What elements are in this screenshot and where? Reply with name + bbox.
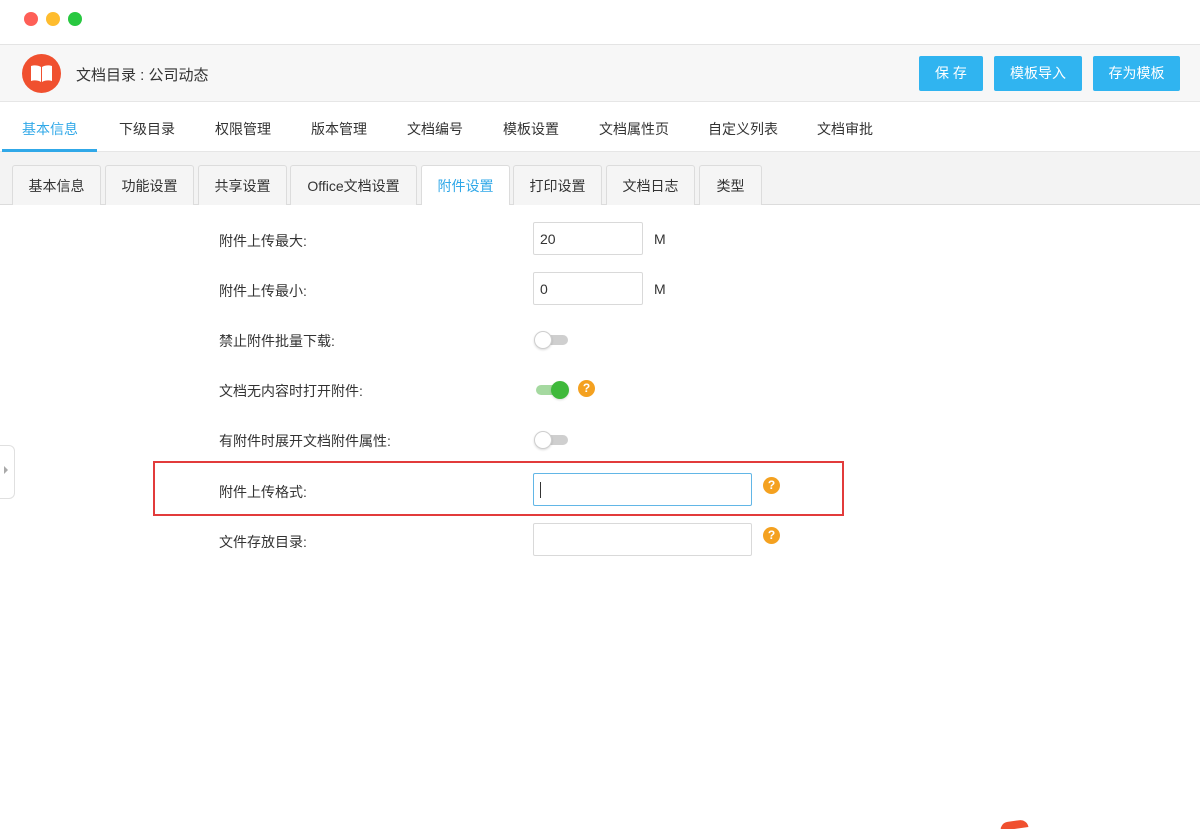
max-upload-input[interactable] [533, 222, 643, 255]
storage-dir-label: 文件存放目录: [219, 534, 307, 550]
sub-tab-attachment-settings[interactable]: 附件设置 [421, 165, 510, 206]
sub-tab-type[interactable]: 类型 [699, 165, 762, 205]
storage-dir-input[interactable] [533, 523, 752, 556]
expand-attachment-props-label: 有附件时展开文档附件属性: [219, 433, 391, 449]
open-attachment-if-empty-toggle[interactable] [534, 381, 569, 399]
window-titlebar [0, 0, 1200, 45]
page-header: 文档目录 : 公司动态 保 存 模板导入 存为模板 [0, 45, 1200, 102]
sub-tab-office-settings[interactable]: Office文档设置 [290, 165, 417, 205]
main-tab-template-settings[interactable]: 模板设置 [503, 119, 559, 139]
save-as-template-button[interactable]: 存为模板 [1093, 56, 1180, 91]
main-tab-versions[interactable]: 版本管理 [311, 119, 367, 139]
text-cursor [540, 482, 541, 498]
expand-attachment-props-toggle[interactable] [534, 431, 568, 449]
max-upload-unit: M [654, 231, 666, 247]
main-tab-doc-numbering[interactable]: 文档编号 [407, 119, 463, 139]
save-button[interactable]: 保 存 [919, 56, 983, 91]
sub-tab-doc-log[interactable]: 文档日志 [606, 165, 695, 205]
upload-format-input[interactable] [533, 473, 752, 506]
main-tab-subdirectory[interactable]: 下级目录 [119, 119, 175, 139]
page-title: 文档目录 : 公司动态 [76, 67, 209, 84]
sidebar-expand-handle[interactable] [0, 445, 15, 499]
sub-tab-share-settings[interactable]: 共享设置 [198, 165, 287, 205]
disable-batch-download-toggle[interactable] [534, 331, 568, 349]
minimize-window-button[interactable] [46, 12, 60, 26]
main-tab-basic-info[interactable]: 基本信息 [22, 119, 78, 139]
open-attachment-if-empty-label: 文档无内容时打开附件: [219, 383, 363, 399]
main-tab-doc-approval[interactable]: 文档审批 [817, 119, 873, 139]
template-import-button[interactable]: 模板导入 [994, 56, 1082, 91]
sub-tab-bar: 基本信息 功能设置 共享设置 Office文档设置 附件设置 打印设置 文档日志… [0, 152, 1200, 206]
sub-tab-function-settings[interactable]: 功能设置 [105, 165, 194, 205]
main-tab-custom-list[interactable]: 自定义列表 [708, 119, 778, 139]
chevron-right-icon [4, 466, 8, 474]
min-upload-unit: M [654, 281, 666, 297]
min-upload-input[interactable] [533, 272, 643, 305]
upload-format-label: 附件上传格式: [219, 484, 307, 500]
book-icon [22, 54, 61, 93]
main-tab-doc-properties[interactable]: 文档属性页 [599, 119, 669, 139]
main-tab-bar: 基本信息 下级目录 权限管理 版本管理 文档编号 模板设置 文档属性页 自定义列… [0, 102, 1200, 152]
min-upload-label: 附件上传最小: [219, 283, 307, 299]
max-upload-label: 附件上传最大: [219, 233, 307, 249]
sub-tab-print-settings[interactable]: 打印设置 [513, 165, 602, 205]
maximize-window-button[interactable] [68, 12, 82, 26]
main-tab-permissions[interactable]: 权限管理 [215, 119, 271, 139]
help-icon[interactable]: ? [763, 477, 780, 494]
disable-batch-download-label: 禁止附件批量下载: [219, 333, 335, 349]
help-icon[interactable]: ? [578, 380, 595, 397]
close-window-button[interactable] [24, 12, 38, 26]
sub-tab-basic-info[interactable]: 基本信息 [12, 165, 101, 205]
help-icon[interactable]: ? [763, 527, 780, 544]
